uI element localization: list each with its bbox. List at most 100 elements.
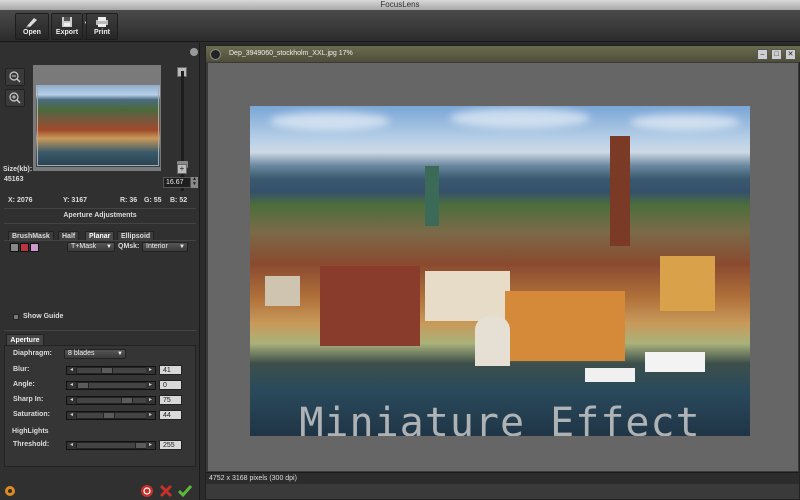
angle-slider[interactable]: ◂ ▸ bbox=[66, 381, 156, 390]
zoom-out-button[interactable] bbox=[5, 68, 25, 86]
coord-x: X: 2076 bbox=[8, 197, 33, 204]
zoom-value-field[interactable]: 16.67 bbox=[163, 177, 191, 188]
diaphragm-select[interactable]: 8 blades ▼ bbox=[64, 349, 126, 359]
photo-cloud bbox=[630, 114, 740, 130]
mask-type-select[interactable]: T+Mask ▼ bbox=[67, 242, 115, 252]
photo-boat bbox=[645, 352, 705, 372]
slider-right-arrow-icon[interactable]: ▸ bbox=[146, 412, 155, 419]
divider bbox=[4, 223, 196, 224]
chevron-down-icon: ▼ bbox=[117, 351, 123, 357]
slider-left-arrow-icon[interactable]: ◂ bbox=[67, 412, 76, 419]
navigator-viewport-box[interactable] bbox=[37, 86, 159, 166]
photo-building bbox=[425, 271, 510, 321]
zoom-slider-plus[interactable]: + bbox=[177, 164, 187, 174]
window-title-bar: FocusLens bbox=[0, 0, 800, 10]
mask-mode-brush-icon[interactable] bbox=[30, 243, 39, 252]
size-value: 45163 bbox=[4, 176, 24, 183]
reset-icon[interactable] bbox=[140, 484, 154, 498]
document-title: Dep_3949060_stockholm_XXL.jpg 17% bbox=[229, 50, 353, 57]
export-icon bbox=[62, 17, 72, 27]
qmsk-label: QMsk: bbox=[118, 243, 140, 250]
threshold-value-field[interactable]: 255 bbox=[159, 440, 182, 450]
blur-slider[interactable]: ◂ ▸ bbox=[66, 366, 156, 375]
saturation-label: Saturation: bbox=[13, 411, 50, 418]
panel-collapse-icon[interactable] bbox=[190, 48, 198, 56]
zoom-stepper[interactable]: ▲ ▼ bbox=[191, 177, 198, 188]
print-button[interactable]: Print bbox=[86, 13, 118, 40]
qmsk-select[interactable]: Interior ▼ bbox=[142, 242, 188, 252]
aperture-adjustments-title: Aperture Adjustments bbox=[63, 212, 137, 219]
photo-boat bbox=[585, 368, 635, 382]
slider-left-arrow-icon[interactable]: ◂ bbox=[67, 397, 76, 404]
sharpin-label: Sharp In: bbox=[13, 396, 44, 403]
zoom-in-icon bbox=[9, 92, 21, 104]
maximize-button[interactable]: □ bbox=[771, 49, 782, 60]
miniature-effect-caption: Miniature Effect bbox=[299, 400, 701, 436]
canvas-area[interactable]: Miniature Effect bbox=[208, 63, 798, 471]
saturation-value-field[interactable]: 44 bbox=[159, 410, 182, 420]
slider-left-arrow-icon[interactable]: ◂ bbox=[67, 442, 76, 449]
mask-mode-subtract-icon[interactable] bbox=[20, 243, 29, 252]
chevron-down-icon: ▼ bbox=[106, 244, 112, 250]
photo-church-tower bbox=[610, 136, 630, 246]
threshold-slider[interactable]: ◂ ▸ bbox=[66, 441, 156, 450]
photo-building bbox=[265, 276, 300, 306]
divider bbox=[4, 330, 196, 331]
slider-left-arrow-icon[interactable]: ◂ bbox=[67, 367, 76, 374]
divider bbox=[4, 208, 196, 209]
slider-right-arrow-icon[interactable]: ▸ bbox=[146, 382, 155, 389]
slider-knob[interactable] bbox=[100, 367, 113, 374]
print-icon bbox=[96, 17, 108, 27]
left-panel: - + Size(kb): 45163 16.67 ▲▼ X: 2076 Y: … bbox=[0, 43, 200, 500]
mask-type-value: T+Mask bbox=[71, 243, 97, 250]
angle-value-field[interactable]: 0 bbox=[159, 380, 182, 390]
color-b: B: 52 bbox=[170, 197, 188, 204]
photo-building bbox=[320, 266, 420, 346]
slider-knob[interactable] bbox=[77, 382, 89, 389]
document-window: Dep_3949060_stockholm_XXL.jpg 17% – □ ✕ … bbox=[205, 45, 800, 500]
tab-aperture[interactable]: Aperture bbox=[6, 334, 44, 345]
minimize-button[interactable]: – bbox=[757, 49, 768, 60]
slider-knob[interactable] bbox=[102, 412, 115, 419]
export-button[interactable]: Export bbox=[51, 13, 83, 40]
settings-gear-icon[interactable] bbox=[3, 484, 17, 498]
color-g: G: 55 bbox=[144, 197, 162, 204]
slider-right-arrow-icon[interactable]: ▸ bbox=[146, 442, 155, 449]
apply-check-icon[interactable] bbox=[178, 484, 192, 498]
show-guide-checkbox[interactable] bbox=[13, 314, 19, 320]
zoom-in-button[interactable] bbox=[5, 89, 25, 107]
cancel-icon[interactable] bbox=[159, 484, 173, 498]
preview-photo[interactable]: Miniature Effect bbox=[250, 106, 750, 436]
main-toolbar: Open Export ▼ Print bbox=[0, 10, 800, 42]
highlights-label: HighLights bbox=[12, 428, 49, 435]
color-r: R: 36 bbox=[120, 197, 138, 204]
sharpin-slider[interactable]: ◂ ▸ bbox=[66, 396, 156, 405]
slider-left-arrow-icon[interactable]: ◂ bbox=[67, 382, 76, 389]
document-title-bar[interactable]: Dep_3949060_stockholm_XXL.jpg 17% – □ ✕ bbox=[206, 46, 800, 62]
slider-right-arrow-icon[interactable]: ▸ bbox=[146, 367, 155, 374]
status-bar: 4752 x 3168 pixels (300 dpi) bbox=[206, 472, 799, 484]
open-label: Open bbox=[23, 29, 41, 36]
zoom-out-icon bbox=[9, 71, 21, 83]
sharpin-value-field[interactable]: 75 bbox=[159, 395, 182, 405]
photo-building bbox=[505, 291, 625, 361]
coord-y: Y: 3167 bbox=[63, 197, 87, 204]
threshold-label: Threshold: bbox=[13, 441, 50, 448]
navigator-thumbnail bbox=[36, 85, 160, 167]
image-dimensions-status: 4752 x 3168 pixels (300 dpi) bbox=[209, 475, 297, 482]
close-button[interactable]: ✕ bbox=[785, 49, 796, 60]
photo-round-tower bbox=[475, 316, 510, 366]
qmsk-value: Interior bbox=[146, 243, 168, 250]
blur-value-field[interactable]: 41 bbox=[159, 365, 182, 375]
photo-cloud bbox=[450, 108, 590, 128]
mask-mode-add-icon[interactable] bbox=[10, 243, 19, 252]
export-label: Export bbox=[55, 29, 79, 36]
saturation-slider[interactable]: ◂ ▸ bbox=[66, 411, 156, 420]
open-button[interactable]: Open bbox=[15, 13, 49, 40]
slider-right-arrow-icon[interactable]: ▸ bbox=[146, 397, 155, 404]
slider-knob[interactable] bbox=[120, 397, 133, 404]
window-title: FocusLens bbox=[380, 0, 420, 9]
navigator-preview[interactable] bbox=[33, 65, 161, 171]
slider-track[interactable] bbox=[77, 398, 147, 403]
diaphragm-value: 8 blades bbox=[68, 350, 95, 357]
